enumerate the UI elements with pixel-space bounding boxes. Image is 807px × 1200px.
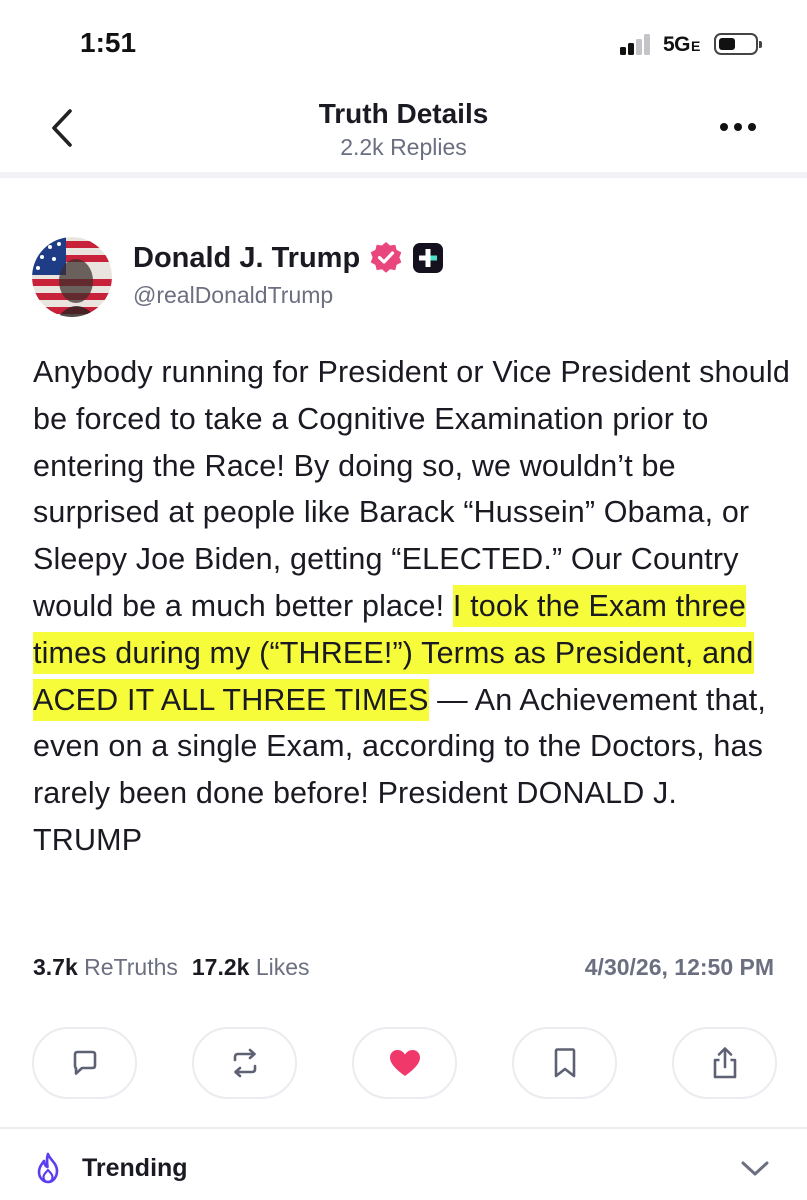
- retruths-label: ReTruths: [84, 954, 178, 980]
- author-row: Donald J. Trump: [133, 240, 444, 276]
- post-stats: 3.7k ReTruths 17.2k Likes: [33, 954, 310, 981]
- header-divider: [0, 172, 807, 178]
- top-nav-header: Truth Details 2.2k Replies: [0, 80, 807, 172]
- battery-icon: [714, 33, 762, 55]
- verified-badge-icon: [370, 242, 402, 273]
- likes-stat[interactable]: 17.2k Likes: [192, 954, 310, 980]
- bookmark-button[interactable]: [512, 1027, 617, 1099]
- likes-label: Likes: [255, 954, 310, 980]
- share-button[interactable]: [672, 1027, 777, 1099]
- reply-button[interactable]: [32, 1027, 137, 1099]
- network-label: 5G: [663, 33, 691, 56]
- status-bar: 1:51 5GE: [0, 0, 807, 80]
- bookmark-icon: [554, 1048, 575, 1078]
- reply-icon: [73, 1050, 96, 1075]
- retruths-count: 3.7k: [33, 954, 78, 980]
- signal-strength-icon: [620, 33, 658, 55]
- flame-icon: [37, 1152, 59, 1184]
- post-timestamp: 4/30/26, 12:50 PM: [584, 954, 774, 980]
- trending-section[interactable]: Trending: [0, 1130, 807, 1200]
- share-icon: [713, 1047, 736, 1079]
- author-name[interactable]: Donald J. Trump: [133, 242, 360, 275]
- network-indicator: 5GE: [663, 33, 700, 57]
- likes-count: 17.2k: [191, 954, 250, 980]
- more-horizontal-icon[interactable]: [718, 120, 758, 134]
- retruths-stat[interactable]: 3.7k ReTruths: [33, 954, 178, 980]
- page-title: Truth Details: [318, 98, 489, 129]
- trending-label: Trending: [82, 1154, 188, 1182]
- plus-badge-icon: [413, 243, 444, 273]
- heart-icon: [389, 1050, 420, 1076]
- like-button[interactable]: [352, 1027, 457, 1099]
- retruth-icon: [233, 1048, 256, 1078]
- replies-count[interactable]: 2.2k Replies: [0, 134, 807, 161]
- post-actions: [32, 1027, 777, 1101]
- post-text: Anybody running for President or Vice Pr…: [33, 349, 793, 864]
- section-divider: [0, 1127, 807, 1129]
- chevron-down-icon[interactable]: [740, 1160, 770, 1178]
- post-text-before: Anybody running for President or Vice Pr…: [33, 355, 790, 623]
- author-handle[interactable]: @realDonaldTrump: [133, 282, 333, 309]
- network-suffix: E: [691, 38, 700, 54]
- retruth-button[interactable]: [192, 1027, 297, 1099]
- status-time: 1:51: [80, 27, 137, 58]
- avatar[interactable]: [32, 237, 112, 317]
